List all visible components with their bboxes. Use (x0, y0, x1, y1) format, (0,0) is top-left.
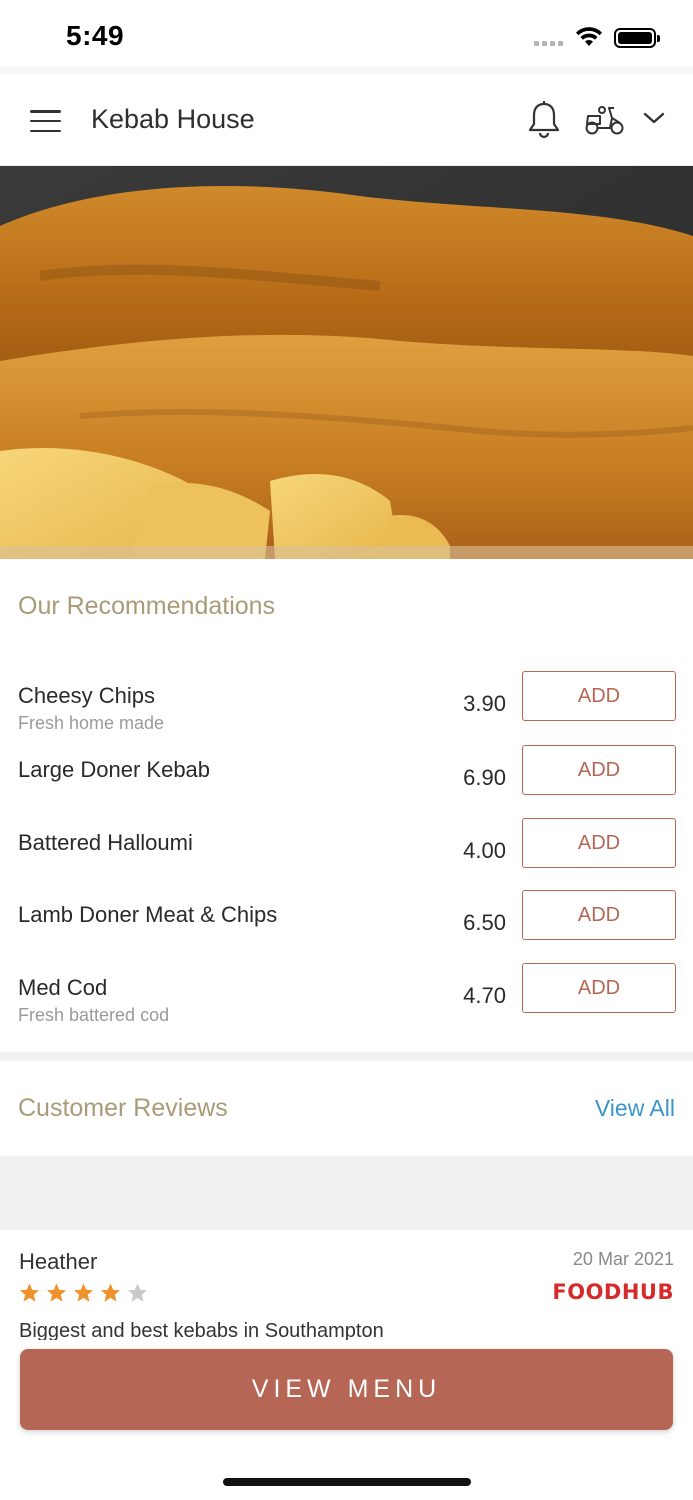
reviewer-name: Heather (19, 1249, 98, 1274)
item-name: Battered Halloumi (18, 830, 193, 855)
header-divider (0, 66, 693, 74)
view-menu-button[interactable]: VIEW MENU (20, 1349, 673, 1430)
item-name: Med Cod (18, 975, 108, 1000)
foodhub-logo: FOODHUB (552, 1280, 674, 1304)
wifi-icon (574, 26, 604, 53)
page-title: Kebab House (91, 104, 255, 134)
item-price: 6.50 (463, 910, 506, 935)
star-empty-icon (127, 1283, 148, 1302)
review-text: Biggest and best kebabs in Southampton (19, 1320, 384, 1340)
review-card[interactable]: Heather 20 Mar 2021 FOODHUB Biggest and … (0, 1230, 693, 1340)
list-item: Lamb Doner Meat & Chips 6.50 ADD (0, 890, 693, 972)
item-name: Large Doner Kebab (18, 757, 211, 782)
review-date: 20 Mar 2021 (572, 1249, 674, 1269)
item-description: Fresh battered cod (18, 1005, 170, 1025)
item-name: Lamb Doner Meat & Chips (18, 902, 278, 927)
item-price: 4.70 (463, 983, 506, 1008)
star-rating (18, 1282, 149, 1305)
item-name: Cheesy Chips (18, 683, 155, 708)
battery-icon (614, 28, 660, 48)
item-description: Fresh home made (18, 713, 165, 733)
item-price: 6.90 (463, 765, 506, 790)
item-price: 4.00 (463, 838, 506, 863)
cellular-signal-icon (534, 41, 564, 47)
home-indicator (223, 1478, 471, 1486)
reviews-title: Customer Reviews (18, 1094, 228, 1122)
bell-icon[interactable] (526, 100, 562, 145)
add-button[interactable]: ADD (522, 963, 676, 1013)
add-button[interactable]: ADD (522, 818, 676, 868)
list-item: Cheesy Chips Fresh home made 3.90 ADD (0, 671, 693, 753)
section-spacer (0, 1156, 693, 1230)
star-filled-icon (100, 1283, 121, 1302)
section-divider (0, 1052, 693, 1061)
list-item: Med Cod Fresh battered cod 4.70 ADD (0, 963, 693, 1045)
status-time: 5:49 (66, 20, 125, 51)
recommendations-title: Our Recommendations (18, 592, 276, 620)
item-price: 3.90 (463, 691, 506, 716)
star-filled-icon (19, 1283, 40, 1302)
view-all-link[interactable]: View All (595, 1095, 675, 1122)
delivery-scooter-icon[interactable] (584, 104, 626, 141)
add-button[interactable]: ADD (522, 890, 676, 940)
menu-icon[interactable] (30, 110, 61, 132)
hero-image (0, 166, 693, 559)
add-button[interactable]: ADD (522, 671, 676, 721)
list-item: Large Doner Kebab 6.90 ADD (0, 745, 693, 827)
star-filled-icon (46, 1283, 67, 1302)
app-header: Kebab House (0, 74, 693, 166)
status-bar: 5:49 (0, 0, 693, 72)
add-button[interactable]: ADD (522, 745, 676, 795)
star-filled-icon (73, 1283, 94, 1302)
chevron-down-icon[interactable] (642, 110, 666, 131)
